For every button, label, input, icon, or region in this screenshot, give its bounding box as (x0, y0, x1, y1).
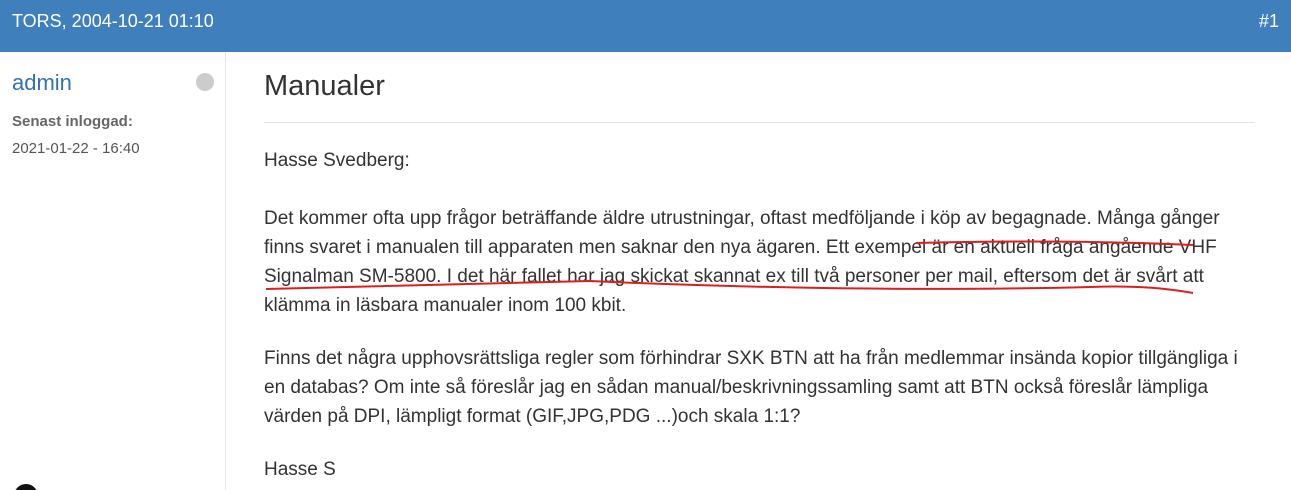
post-signature: Hasse S (264, 459, 336, 480)
post-title: Manualer (264, 70, 385, 102)
post-paragraph-1: Det kommer ofta upp frågor beträffande ä… (264, 208, 1220, 316)
post-permalink[interactable]: #1 (1259, 0, 1279, 42)
author-sidebar: admin Senast inloggad: 2021-01-22 - 16:4… (0, 52, 226, 490)
title-divider (264, 122, 1255, 123)
post-date: TORS, 2004-10-21 01:10 (12, 11, 214, 31)
cursor-icon (14, 484, 38, 490)
post-paragraph-2: Finns det några upphovsrättsliga regler … (264, 348, 1238, 427)
post-greeting: Hasse Svedberg: (264, 150, 410, 171)
online-status-icon (196, 73, 214, 91)
last-login-value: 2021-01-22 - 16:40 (12, 140, 140, 157)
post-header: TORS, 2004-10-21 01:10 #1 (0, 0, 1291, 52)
author-username-link[interactable]: admin (12, 70, 72, 96)
last-login-label: Senast inloggad: (12, 113, 133, 130)
